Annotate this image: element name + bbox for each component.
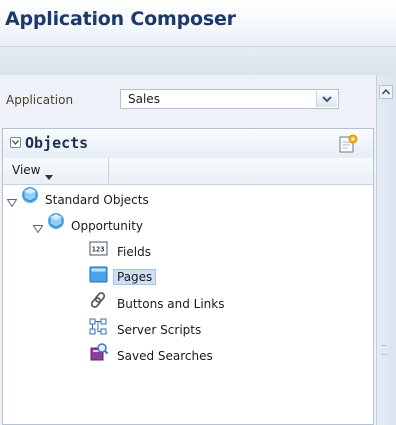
expand-triangle-icon[interactable] <box>6 196 18 211</box>
tree-item-label: Buttons and Links <box>117 297 225 311</box>
application-select[interactable]: Sales <box>120 89 339 109</box>
objects-panel-title: Objects <box>25 134 89 152</box>
objects-panel: Objects View Standard Objects Opportunit… <box>2 128 374 425</box>
header-subbar <box>0 46 396 76</box>
tree-item-fields[interactable]: 123 Fields <box>89 241 339 265</box>
chevron-down-icon[interactable] <box>316 91 337 107</box>
link-icon <box>89 291 107 313</box>
chevron-up-icon[interactable] <box>379 85 393 99</box>
tree-item-standard-objects[interactable]: Standard Objects <box>6 186 347 213</box>
objects-tree: Standard Objects Opportunity 123 Fields … <box>3 185 373 425</box>
tree-item-pages[interactable]: Pages <box>89 266 339 291</box>
cube-icon <box>47 212 65 234</box>
collapse-icon[interactable] <box>10 137 21 148</box>
collapsed-side-pane <box>376 75 396 425</box>
application-selector-row: Application Sales <box>0 88 376 112</box>
tree-item-server-scripts[interactable]: Server Scripts <box>89 318 339 343</box>
view-menu-label: View <box>12 163 41 177</box>
tree-item-label: Pages <box>113 269 157 285</box>
application-label: Application <box>6 93 74 107</box>
fields-icon: 123 <box>89 240 109 262</box>
new-object-icon[interactable] <box>338 134 358 154</box>
saved-searches-icon <box>89 342 109 366</box>
objects-toolbar: View <box>3 158 373 185</box>
app-header: Application Composer <box>0 0 396 46</box>
svg-text:123: 123 <box>92 246 105 254</box>
pages-icon <box>89 266 109 288</box>
tree-item-label: Fields <box>117 245 151 259</box>
page-title: Application Composer <box>5 8 236 30</box>
navigator-panel: Application Sales Objects View Standard … <box>0 75 376 425</box>
server-scripts-icon <box>89 318 109 340</box>
caret-down-icon <box>45 169 53 184</box>
tree-item-label: Server Scripts <box>117 323 202 337</box>
tree-item-opportunity[interactable]: Opportunity <box>32 212 333 239</box>
tree-item-label: Opportunity <box>71 219 144 233</box>
expand-triangle-icon[interactable] <box>32 222 44 237</box>
tree-item-label: Saved Searches <box>117 349 213 363</box>
application-select-value: Sales <box>128 92 160 106</box>
objects-panel-header: Objects <box>3 129 373 159</box>
tree-item-label: Standard Objects <box>45 193 149 207</box>
tree-item-buttons-and-links[interactable]: Buttons and Links <box>89 291 359 317</box>
view-menu-button[interactable]: View <box>3 158 109 183</box>
cube-icon <box>21 186 39 208</box>
tree-item-saved-searches[interactable]: Saved Searches <box>89 342 339 369</box>
splitter-handle[interactable] <box>381 345 387 355</box>
